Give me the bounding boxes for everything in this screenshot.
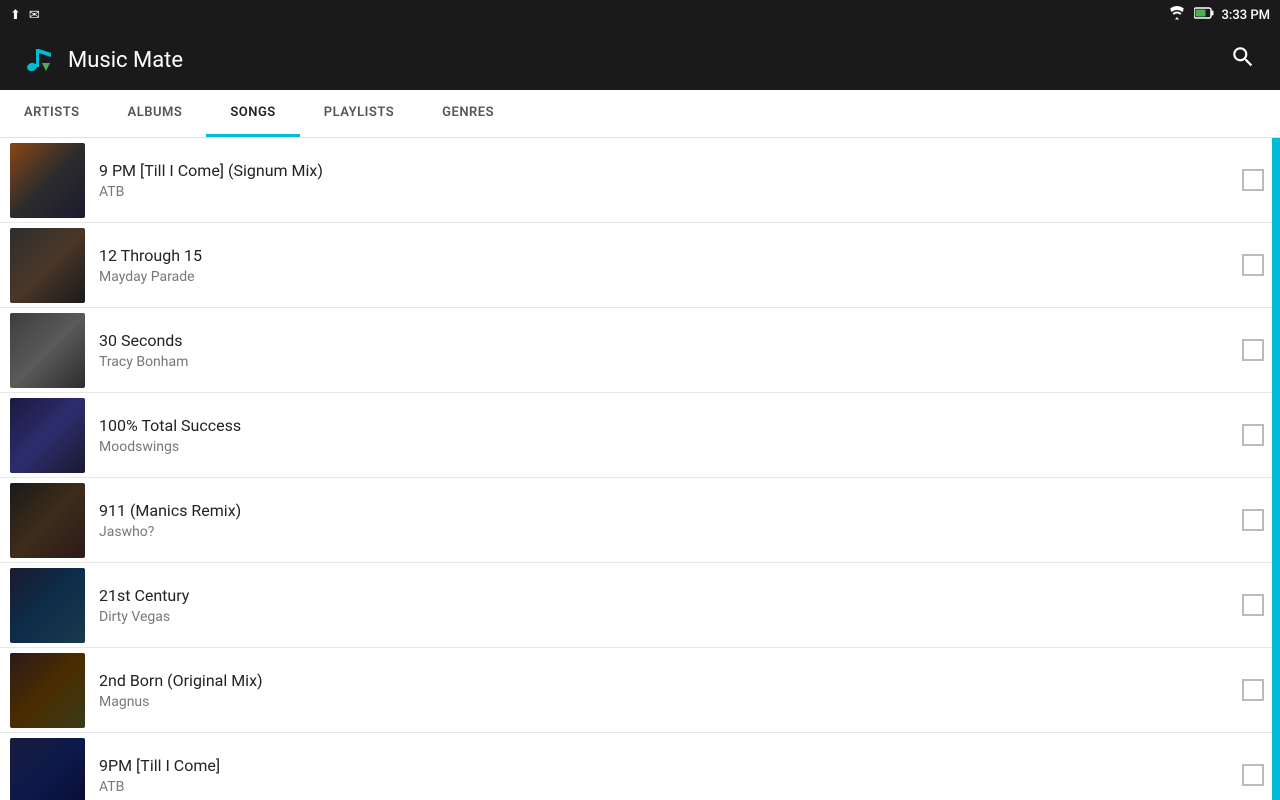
- song-artist: ATB: [99, 779, 1242, 795]
- song-info: 21st Century Dirty Vegas: [99, 586, 1242, 625]
- album-art: [10, 568, 85, 643]
- song-title: 21st Century: [99, 586, 1242, 605]
- song-title: 12 Through 15: [99, 246, 1242, 265]
- song-title: 9 PM [Till I Come] (Signum Mix): [99, 161, 1242, 180]
- list-item[interactable]: 9 PM [Till I Come] (Signum Mix) ATB: [0, 138, 1280, 223]
- tab-artists[interactable]: ARTISTS: [0, 90, 104, 137]
- app-logo: [16, 39, 58, 81]
- song-checkbox[interactable]: [1242, 679, 1264, 701]
- song-title: 100% Total Success: [99, 416, 1242, 435]
- album-art: [10, 738, 85, 800]
- song-artist: Mayday Parade: [99, 269, 1242, 285]
- list-item[interactable]: 30 Seconds Tracy Bonham: [0, 308, 1280, 393]
- album-art: [10, 313, 85, 388]
- tab-songs[interactable]: SONGS: [206, 90, 299, 137]
- song-checkbox[interactable]: [1242, 594, 1264, 616]
- album-art: [10, 228, 85, 303]
- song-list: 9 PM [Till I Come] (Signum Mix) ATB 12 T…: [0, 138, 1280, 800]
- song-info: 9PM [Till I Come] ATB: [99, 756, 1242, 795]
- status-right-area: 3:33 PM: [1168, 6, 1271, 24]
- song-info: 9 PM [Till I Come] (Signum Mix) ATB: [99, 161, 1242, 200]
- status-bar: ⬆ ✉ 3:33 PM: [0, 0, 1280, 30]
- song-artist: Tracy Bonham: [99, 354, 1242, 370]
- list-item[interactable]: 911 (Manics Remix) Jaswho?: [0, 478, 1280, 563]
- scroll-indicator: [1272, 138, 1280, 800]
- song-info: 2nd Born (Original Mix) Magnus: [99, 671, 1242, 710]
- song-artist: ATB: [99, 184, 1242, 200]
- usb-icon: ⬆: [10, 8, 21, 23]
- tab-playlists[interactable]: PLAYLISTS: [300, 90, 418, 137]
- song-artist: Jaswho?: [99, 524, 1242, 540]
- song-artist: Magnus: [99, 694, 1242, 710]
- album-art: [10, 653, 85, 728]
- app-title: Music Mate: [68, 48, 183, 73]
- song-artist: Moodswings: [99, 439, 1242, 455]
- song-checkbox[interactable]: [1242, 339, 1264, 361]
- list-item[interactable]: 2nd Born (Original Mix) Magnus: [0, 648, 1280, 733]
- app-title-area: Music Mate: [16, 39, 183, 81]
- song-checkbox[interactable]: [1242, 169, 1264, 191]
- battery-icon: [1194, 7, 1214, 23]
- app-bar: Music Mate: [0, 30, 1280, 90]
- song-checkbox[interactable]: [1242, 764, 1264, 786]
- song-info: 12 Through 15 Mayday Parade: [99, 246, 1242, 285]
- song-artist: Dirty Vegas: [99, 609, 1242, 625]
- list-item[interactable]: 12 Through 15 Mayday Parade: [0, 223, 1280, 308]
- tab-albums[interactable]: ALBUMS: [104, 90, 207, 137]
- time-display: 3:33 PM: [1222, 8, 1271, 23]
- song-title: 9PM [Till I Come]: [99, 756, 1242, 775]
- song-checkbox[interactable]: [1242, 509, 1264, 531]
- song-info: 100% Total Success Moodswings: [99, 416, 1242, 455]
- song-checkbox[interactable]: [1242, 424, 1264, 446]
- song-checkbox[interactable]: [1242, 254, 1264, 276]
- wifi-icon: [1168, 6, 1186, 24]
- song-title: 2nd Born (Original Mix): [99, 671, 1242, 690]
- tab-genres[interactable]: GENRES: [418, 90, 518, 137]
- album-art: [10, 398, 85, 473]
- song-title: 911 (Manics Remix): [99, 501, 1242, 520]
- status-left-icons: ⬆ ✉: [10, 8, 40, 23]
- song-title: 30 Seconds: [99, 331, 1242, 350]
- search-button[interactable]: [1222, 36, 1264, 84]
- list-item[interactable]: 9PM [Till I Come] ATB: [0, 733, 1280, 800]
- list-item[interactable]: 100% Total Success Moodswings: [0, 393, 1280, 478]
- album-art: [10, 483, 85, 558]
- song-info: 30 Seconds Tracy Bonham: [99, 331, 1242, 370]
- tabs-bar: ARTISTS ALBUMS SONGS PLAYLISTS GENRES: [0, 90, 1280, 138]
- email-icon: ✉: [29, 8, 40, 23]
- list-item[interactable]: 21st Century Dirty Vegas: [0, 563, 1280, 648]
- album-art: [10, 143, 85, 218]
- song-info: 911 (Manics Remix) Jaswho?: [99, 501, 1242, 540]
